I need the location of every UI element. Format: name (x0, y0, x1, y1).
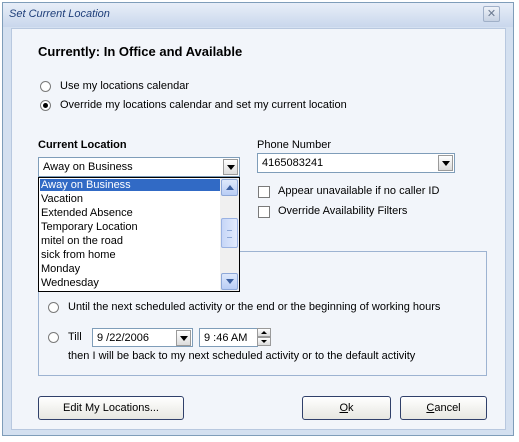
scroll-thumb[interactable] (221, 218, 238, 248)
location-dropdown-list[interactable]: Away on Business Vacation Extended Absen… (38, 177, 240, 292)
location-option[interactable]: Temporary Location (40, 221, 223, 233)
close-button[interactable]: ✕ (483, 6, 500, 22)
override-filters-label[interactable]: Override Availability Filters (278, 205, 407, 217)
until-next-radio[interactable] (48, 302, 59, 313)
current-location-select[interactable]: Away on Business (38, 157, 240, 177)
current-status: Currently: In Office and Available (38, 44, 243, 59)
location-option[interactable]: Monday (40, 263, 223, 275)
till-radio[interactable] (48, 332, 59, 343)
override-calendar-radio[interactable] (40, 100, 51, 111)
chevron-down-icon[interactable] (176, 330, 191, 346)
phone-number-value: 4165083241 (262, 157, 324, 169)
till-label[interactable]: Till (68, 331, 82, 343)
then-back-text: then I will be back to my next scheduled… (68, 350, 416, 362)
edit-locations-button[interactable]: Edit My Locations... (38, 396, 184, 420)
use-calendar-radio[interactable] (40, 81, 51, 92)
dropdown-scrollbar[interactable] (220, 178, 239, 291)
cancel-mnemonic: C (426, 402, 435, 414)
till-time-value: 9 :46 AM (204, 332, 248, 344)
appear-unavailable-checkbox[interactable] (258, 186, 270, 198)
spin-down-icon[interactable] (257, 337, 271, 346)
cancel-label-rest: ancel (434, 402, 461, 414)
till-date-value: 9 /22/2006 (97, 332, 149, 344)
ok-mnemonic: O (339, 402, 349, 414)
current-location-value: Away on Business (43, 161, 133, 173)
close-icon: ✕ (486, 8, 497, 20)
phone-number-label: Phone Number (257, 139, 331, 151)
location-option[interactable]: Extended Absence (40, 207, 223, 219)
ok-label-rest: k (348, 402, 354, 414)
override-filters-checkbox[interactable] (258, 206, 270, 218)
scroll-up-icon[interactable] (221, 179, 238, 196)
until-next-label[interactable]: Until the next scheduled activity or the… (68, 301, 440, 313)
override-calendar-label[interactable]: Override my locations calendar and set m… (60, 99, 347, 111)
cancel-label: Cancel (426, 397, 460, 419)
ok-button[interactable]: Ok (302, 396, 391, 420)
location-option[interactable]: Vacation (40, 193, 223, 205)
chevron-down-icon[interactable] (223, 159, 238, 175)
use-calendar-label[interactable]: Use my locations calendar (60, 80, 189, 92)
current-location-label: Current Location (38, 139, 127, 151)
spin-up-icon[interactable] (257, 328, 271, 337)
phone-number-select[interactable]: 4165083241 (257, 153, 455, 173)
location-option[interactable]: mitel on the road (40, 235, 223, 247)
scroll-down-icon[interactable] (221, 273, 238, 290)
chevron-down-icon[interactable] (438, 155, 453, 171)
location-option[interactable]: Away on Business (40, 179, 223, 191)
cancel-button[interactable]: Cancel (400, 396, 487, 420)
location-option[interactable]: Wednesday (40, 277, 223, 289)
edit-locations-label: Edit My Locations... (63, 402, 159, 414)
till-time-field[interactable]: 9 :46 AM (199, 328, 258, 347)
ok-label: Ok (339, 397, 353, 419)
time-spinner[interactable] (257, 328, 285, 346)
till-date-picker[interactable]: 9 /22/2006 (92, 328, 193, 347)
location-option[interactable]: sick from home (40, 249, 223, 261)
window-title: Set Current Location (9, 8, 110, 20)
appear-unavailable-label[interactable]: Appear unavailable if no caller ID (278, 185, 439, 197)
